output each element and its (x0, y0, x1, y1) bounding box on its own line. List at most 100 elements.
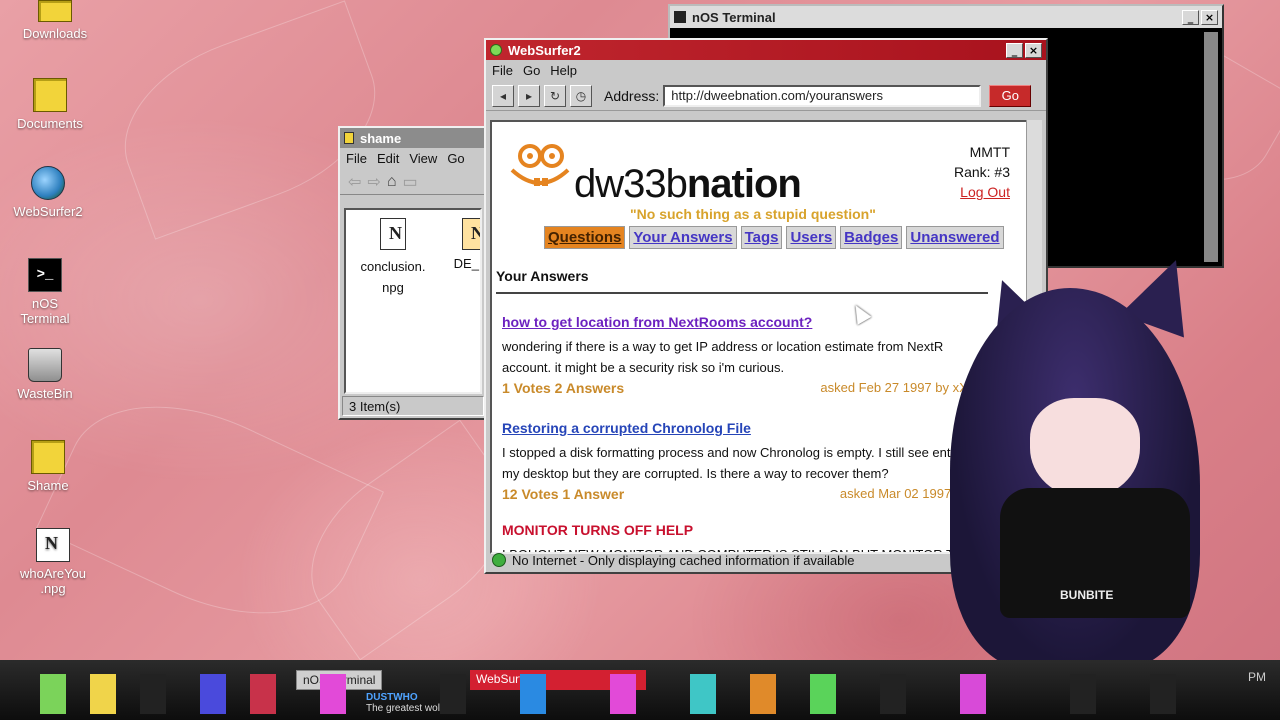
close-button[interactable]: × (1025, 42, 1042, 58)
desktop-icon-label: Documents (17, 116, 83, 131)
address-label: Address: (604, 87, 660, 104)
trash-icon (28, 348, 62, 382)
tab-unanswered[interactable]: Unanswered (906, 226, 1004, 249)
explorer-toolbar: ⇦ ⇨ ⌂ ▭ (340, 169, 486, 195)
bunny-sprite-icon (880, 674, 906, 714)
explorer-window[interactable]: shame File Edit View Go ⇦ ⇨ ⌂ ▭ conclusi… (338, 126, 488, 420)
bunny-sprite-icon (960, 674, 986, 714)
minimize-button[interactable]: _ (1182, 9, 1199, 25)
site-tagline: "No such thing as a stupid question" (630, 206, 876, 222)
vote-count: 12 Votes 1 Answer (502, 486, 625, 502)
home-icon[interactable]: ⌂ (387, 173, 397, 191)
desktop-icon-downloads[interactable]: Downloads (10, 0, 100, 41)
window-title: shame (360, 130, 402, 146)
folder-icon (31, 440, 65, 474)
menu-go[interactable]: Go (447, 151, 464, 166)
desktop-icon-label: WebSurfer2 (13, 204, 83, 219)
document-icon (36, 528, 70, 562)
site-tabs: Questions Your Answers Tags Users Badges… (544, 226, 1004, 249)
close-button[interactable]: × (1201, 9, 1218, 25)
tab-your-answers[interactable]: Your Answers (629, 226, 737, 249)
forward-arrow-icon[interactable]: ⇨ (367, 172, 380, 192)
file-conclusion[interactable]: conclusion. npg (348, 212, 438, 298)
tab-questions[interactable]: Questions (544, 226, 626, 249)
folder-icon (33, 78, 67, 112)
bunny-sprite-icon (90, 674, 116, 714)
address-input[interactable] (663, 84, 982, 107)
minimize-button[interactable]: _ (1006, 42, 1023, 58)
menu-edit[interactable]: Edit (377, 151, 399, 166)
avatar-face (1030, 398, 1140, 498)
desktop-icon-label: Downloads (22, 26, 88, 41)
file-de-ins[interactable]: DE_Ins (430, 212, 480, 271)
history-icon[interactable]: ◷ (570, 84, 592, 107)
user-rank: Rank: #3 (953, 164, 1010, 180)
menu-file[interactable]: File (492, 63, 513, 78)
window-title: WebSurfer2 (508, 42, 581, 58)
bunny-sprite-icon (250, 674, 276, 714)
bunny-sprite-icon (1070, 674, 1096, 714)
tab-badges[interactable]: Badges (840, 226, 903, 249)
tab-tags[interactable]: Tags (740, 226, 783, 249)
desktop-icon-terminal[interactable]: >_ nOS Terminal (0, 258, 90, 326)
bunny-sprite-icon (1150, 674, 1176, 714)
vote-count: 1 Votes 2 Answers (502, 380, 625, 396)
desktop-icon-websurfer[interactable]: WebSurfer2 (3, 166, 93, 219)
bunny-sprite-icon (440, 674, 466, 714)
terminal-titlebar[interactable]: nOS Terminal _ × (670, 6, 1222, 28)
bunny-sprite-icon (200, 674, 226, 714)
document-icon (380, 218, 406, 250)
menu-bar: File Edit View Go (340, 148, 486, 169)
forward-icon[interactable]: ▸ (518, 84, 540, 107)
desktop-icon-label: Shame (27, 478, 69, 493)
tab-users[interactable]: Users (786, 226, 837, 249)
browser-titlebar[interactable]: WebSurfer2 _ × (486, 40, 1046, 60)
bunny-sprite-icon (320, 674, 346, 714)
menu-view[interactable]: View (409, 151, 437, 166)
menu-go[interactable]: Go (523, 63, 540, 78)
file-pane: conclusion. npg DE_Ins (344, 208, 482, 394)
bunny-sprite-icon (810, 674, 836, 714)
bunny-sprite-icon (610, 674, 636, 714)
terminal-icon: >_ (28, 258, 62, 292)
menu-help[interactable]: Help (550, 63, 577, 78)
username: MMTT (969, 144, 1010, 160)
back-icon[interactable]: ◂ (492, 84, 514, 107)
bunny-sprite-icon (40, 674, 66, 714)
menu-file[interactable]: File (346, 151, 367, 166)
ticker-name: DUSTWHO (366, 692, 418, 703)
menu-bar: File Go Help (486, 60, 1046, 81)
file-label: DE_Ins (453, 256, 480, 271)
item-count: 3 Item(s) (342, 396, 484, 416)
taskbar: nOS Terminal WebSurfer2 DUSTWHO The grea… (0, 660, 1280, 720)
shirt-text: BUNBITE (1060, 588, 1114, 602)
back-arrow-icon[interactable]: ⇦ (348, 172, 361, 192)
folder-icon (344, 132, 354, 144)
desktop-icon-documents[interactable]: Documents (5, 78, 95, 131)
chat-ticker: DUSTWHO The greatest wolp (366, 692, 446, 714)
logo-suffix: nation (686, 162, 802, 206)
logout-link[interactable]: Log Out (954, 182, 1010, 202)
navigation-bar: ◂ ▸ ↻ ◷ Address: Go (486, 81, 1046, 111)
logo-prefix: dw33b (574, 162, 688, 206)
ticker-text: The greatest wolp (366, 703, 446, 714)
desktop-icon-wastebin[interactable]: WasteBin (0, 348, 90, 401)
scrollbar[interactable] (1204, 32, 1218, 262)
explorer-titlebar[interactable]: shame (340, 128, 486, 148)
desktop-icon-shame[interactable]: Shame (3, 440, 93, 493)
desktop-icon-whoareyou[interactable]: whoAreYou .npg (8, 528, 98, 596)
user-box: MMTT Rank: #3 Log Out (954, 142, 1010, 202)
bunny-sprite-icon (690, 674, 716, 714)
file-label: conclusion. npg (360, 259, 426, 295)
refresh-icon[interactable]: ↻ (544, 84, 566, 107)
desktop-icon-label: nOS Terminal (20, 296, 70, 326)
bunny-sprite-icon (750, 674, 776, 714)
folder-icon (38, 0, 72, 22)
status-text: No Internet - Only displaying cached inf… (512, 552, 855, 568)
go-button[interactable]: Go (989, 84, 1032, 107)
desktop-icon-label: whoAreYou .npg (19, 566, 86, 596)
site-logo[interactable]: dw33bnation (574, 162, 802, 207)
view-icon[interactable]: ▭ (402, 172, 417, 192)
taskbar-clock: PM (1248, 670, 1266, 684)
window-title: nOS Terminal (692, 9, 776, 25)
